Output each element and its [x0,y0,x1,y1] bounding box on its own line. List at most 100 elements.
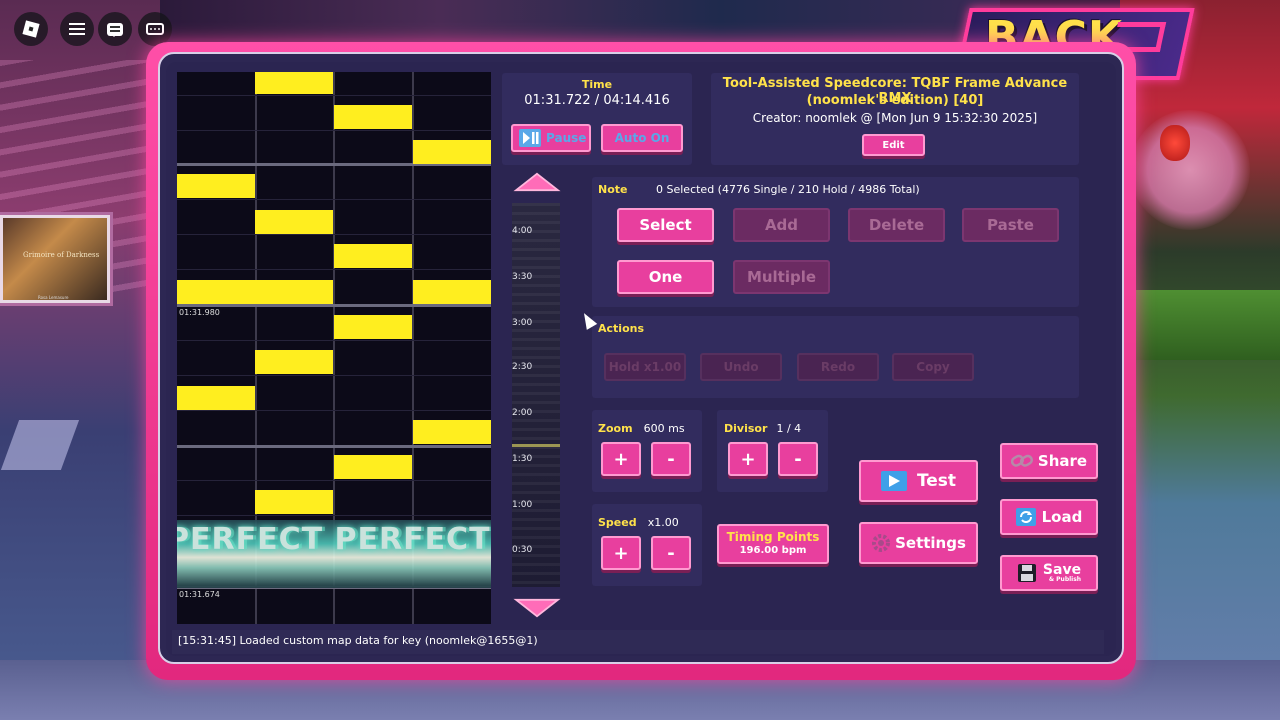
painting-title: Grimoire of Darkness [23,251,100,259]
note[interactable] [413,280,491,304]
add-mode-button[interactable]: Add [733,208,830,242]
gear-icon [872,534,891,552]
more-button[interactable] [138,12,172,46]
time-label: Time [581,78,613,91]
timing-points-bpm: 196.00 bpm [739,545,807,557]
scene-painting: Grimoire of Darkness Rosa Lemasure [0,215,110,303]
roll-time-top: 01:31.980 [179,308,220,317]
note[interactable] [413,420,491,444]
timeline-label: 4:00 [512,226,533,236]
note[interactable] [334,105,412,129]
divisor-increase-button[interactable]: + [728,442,768,476]
beat-line [177,480,491,481]
actions-label: Actions [598,322,644,335]
share-label: Share [1037,452,1088,470]
save-button[interactable]: Save & Publish [1000,555,1098,591]
timeline-label: 2:00 [512,408,533,418]
save-sublabel: & Publish [1048,576,1082,583]
measure-line [177,445,491,448]
settings-button[interactable]: Settings [859,522,978,564]
timeline-label: 3:00 [512,318,533,328]
floppy-disk-icon [1017,564,1036,582]
hold-note[interactable] [177,280,333,304]
share-button[interactable]: Share [1000,443,1098,479]
beat-line [177,95,491,96]
note-selection-summary: 0 Selected (4776 Single / 210 Hold / 498… [656,183,920,196]
roblox-menu-button[interactable] [14,12,48,46]
note-piano-roll[interactable]: 01:31.980 PERFECT PERFECT PERFECT PERFEC… [177,72,491,624]
roll-time-bottom: 01:31.674 [179,590,220,599]
timeline-label: 1:30 [512,454,533,464]
speed-decrease-button[interactable]: - [651,536,691,570]
one-select-button[interactable]: One [617,260,714,294]
painting-subtitle: Rosa Lemasure [38,295,69,300]
timeline-cursor[interactable] [512,444,560,447]
beat-line [177,199,491,200]
measure-line [177,304,491,307]
speed-value: x1.00 [647,516,679,529]
edit-button[interactable]: Edit [862,134,925,156]
note[interactable] [334,315,412,339]
roblox-logo-icon [22,20,40,38]
scroll-down-icon[interactable] [512,598,562,618]
scroll-up-icon[interactable] [512,172,562,192]
note[interactable] [334,244,412,268]
timing-points-label: Timing Points [726,530,820,545]
zoom-out-button[interactable]: - [651,442,691,476]
play-icon [880,471,907,491]
note[interactable] [255,350,333,374]
select-mode-button[interactable]: Select [617,208,714,242]
divisor-label: Divisor [724,422,768,435]
delete-mode-button[interactable]: Delete [848,208,945,242]
beat-line [177,340,491,341]
status-log: [15:31:45] Loaded custom map data for ke… [172,630,1104,654]
multiple-select-button[interactable]: Multiple [733,260,830,294]
timing-points-button[interactable]: Timing Points 196.00 bpm [717,524,829,564]
timeline-density [512,203,560,587]
divisor-decrease-button[interactable]: - [778,442,818,476]
beat-line [177,130,491,131]
song-timeline[interactable] [512,203,560,587]
timeline-label: 1:00 [512,500,533,510]
note[interactable] [255,210,333,234]
undo-button[interactable]: Undo [700,353,782,381]
note[interactable] [255,490,333,514]
play-pause-icon [519,129,541,147]
note[interactable] [413,140,491,164]
timeline-label: 3:30 [512,272,533,282]
load-button[interactable]: Load [1000,499,1098,535]
zoom-value: 600 ms [643,422,685,435]
copy-button[interactable]: Copy [892,353,974,381]
timeline-label: 2:30 [512,362,533,372]
hold-length-button[interactable]: Hold x1.00 [604,353,686,381]
test-button[interactable]: Test [859,460,978,502]
timeline-label: 0:30 [512,545,533,555]
judgement-text: PERFECT PERFECT PERFECT PERFECT [177,522,491,557]
speed-increase-button[interactable]: + [601,536,641,570]
cherry-tree [1130,110,1250,230]
beat-line [177,269,491,270]
note[interactable] [177,386,255,410]
refresh-icon [1015,508,1036,526]
link-icon [1010,454,1033,467]
settings-label: Settings [895,534,966,552]
pause-button[interactable]: Pause [511,124,591,152]
beat-line [177,234,491,235]
note-label: Note [598,183,628,196]
zoom-in-button[interactable]: + [601,442,641,476]
note[interactable] [334,455,412,479]
note[interactable] [255,72,333,94]
paste-mode-button[interactable]: Paste [962,208,1059,242]
chat-button[interactable] [98,12,132,46]
redo-button[interactable]: Redo [797,353,879,381]
scene-grass [1130,290,1280,360]
load-label: Load [1041,508,1083,526]
test-label: Test [916,471,957,491]
song-subtitle: (noomlek's edition) [40] [806,93,984,108]
auto-toggle-button[interactable]: Auto On [601,124,683,152]
pause-label: Pause [546,131,587,145]
hamburger-menu-button[interactable] [60,12,94,46]
note[interactable] [177,174,255,198]
hamburger-icon [69,23,85,35]
red-lantern [1160,125,1190,161]
